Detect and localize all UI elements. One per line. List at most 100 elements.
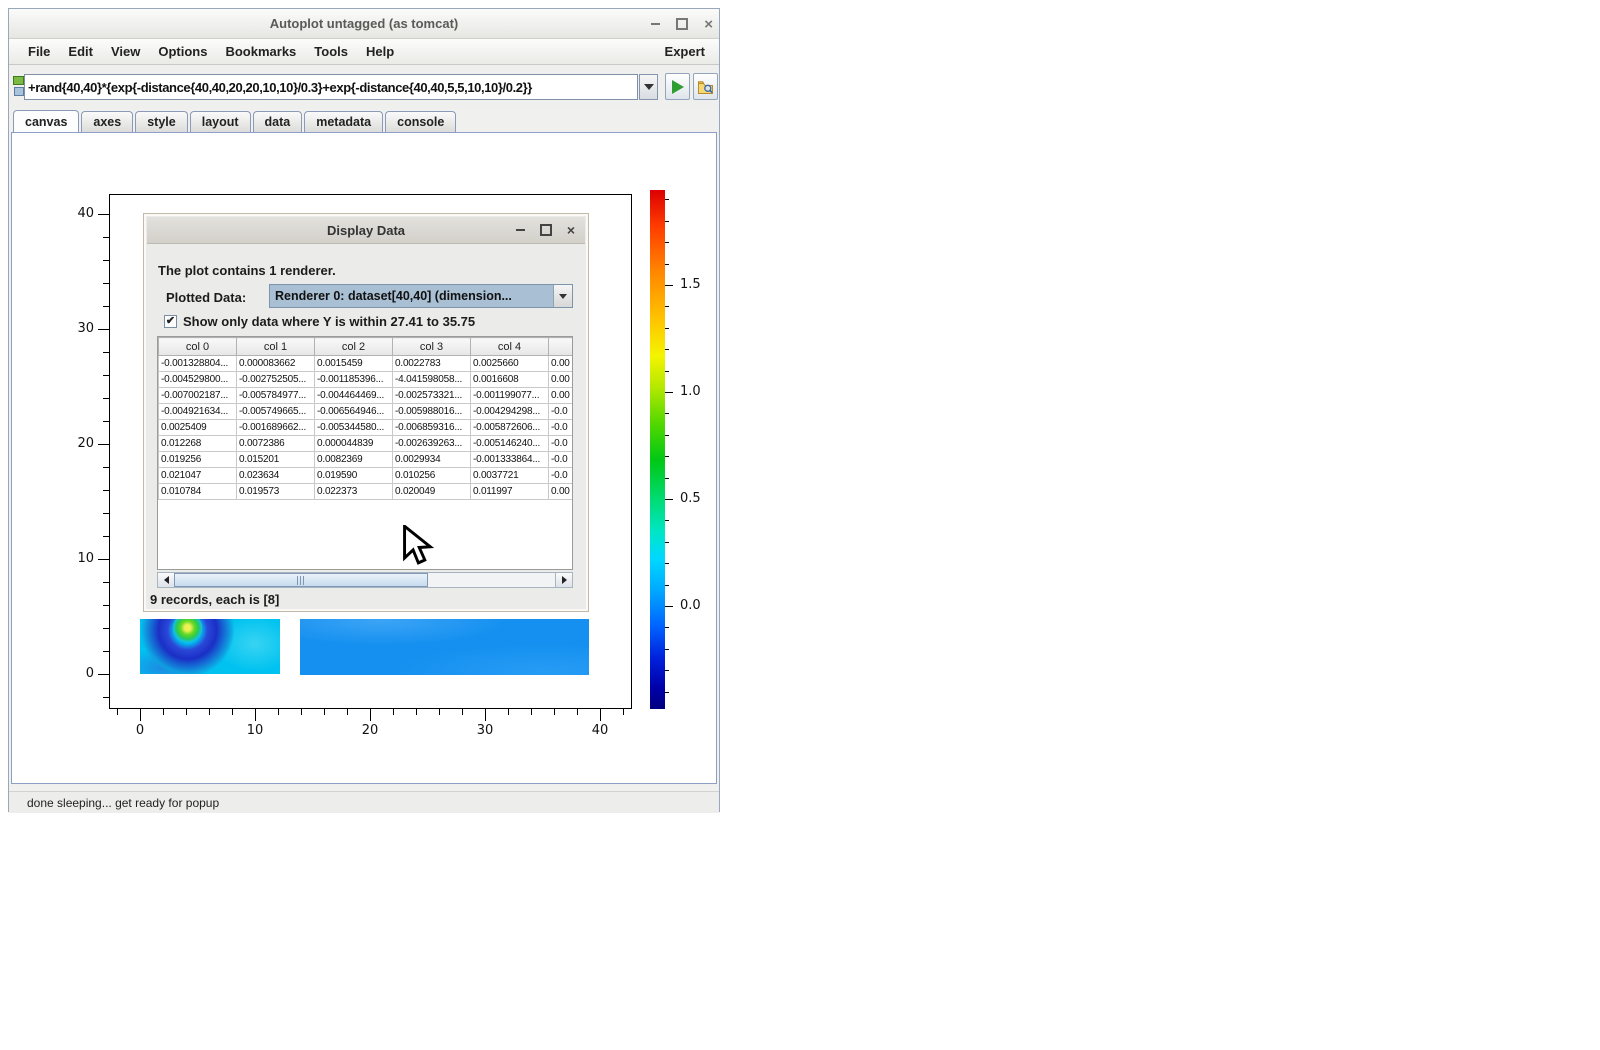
column-header[interactable]: col 2 xyxy=(315,338,393,356)
table-cell[interactable]: 0.019573 xyxy=(237,484,315,500)
menu-file[interactable]: File xyxy=(21,42,57,61)
table-cell[interactable]: 0.0016608 xyxy=(471,372,549,388)
table-cell[interactable]: -0.004529800... xyxy=(159,372,237,388)
table-cell[interactable]: -0.004464469... xyxy=(315,388,393,404)
table-cell[interactable]: -0.0 xyxy=(549,468,573,484)
table-cell[interactable]: -0.002752505... xyxy=(237,372,315,388)
column-header[interactable]: col 3 xyxy=(393,338,471,356)
table-cell[interactable]: 0.00 xyxy=(549,372,573,388)
table-cell[interactable]: -0.004921634... xyxy=(159,404,237,420)
table-cell[interactable]: -0.001328804... xyxy=(159,356,237,372)
dialog-minimize-icon[interactable] xyxy=(516,229,525,231)
tab-axes[interactable]: axes xyxy=(81,111,133,132)
menu-help[interactable]: Help xyxy=(359,42,401,61)
scroll-right-button[interactable] xyxy=(555,573,572,587)
column-header[interactable]: col 0 xyxy=(159,338,237,356)
go-button[interactable] xyxy=(665,73,690,100)
maximize-icon[interactable] xyxy=(676,18,688,30)
column-header[interactable]: col 4 xyxy=(471,338,549,356)
table-cell[interactable]: 0.0022783 xyxy=(393,356,471,372)
table-cell[interactable]: 0.021047 xyxy=(159,468,237,484)
h-scrollbar[interactable] xyxy=(157,572,573,588)
table-cell[interactable]: -0.0 xyxy=(549,452,573,468)
table-cell[interactable]: -0.0 xyxy=(549,404,573,420)
table-cell[interactable]: -0.006859316... xyxy=(393,420,471,436)
tab-layout[interactable]: layout xyxy=(190,111,251,132)
table-cell[interactable]: 0.000044839 xyxy=(315,436,393,452)
scroll-left-button[interactable] xyxy=(158,573,175,587)
menu-bookmarks[interactable]: Bookmarks xyxy=(218,42,303,61)
table-cell[interactable]: 0.00 xyxy=(549,484,573,500)
x-tick xyxy=(186,709,187,715)
table-cell[interactable]: 0.000083662 xyxy=(237,356,315,372)
data-table-viewport[interactable]: col 0col 1col 2col 3col 4 -0.001328804...… xyxy=(157,336,573,570)
table-cell[interactable]: -0.001199077... xyxy=(471,388,549,404)
tab-metadata[interactable]: metadata xyxy=(304,111,383,132)
canvas-panel[interactable]: 0102030400102030401.51.00.50.0 Display D… xyxy=(11,132,717,784)
table-cell[interactable]: 0.022373 xyxy=(315,484,393,500)
inspect-uri-button[interactable] xyxy=(693,73,718,100)
table-cell[interactable]: 0.0015459 xyxy=(315,356,393,372)
table-cell[interactable]: 0.0072386 xyxy=(237,436,315,452)
table-cell[interactable]: -0.005784977... xyxy=(237,388,315,404)
colorbar[interactable] xyxy=(650,190,665,709)
tab-console[interactable]: console xyxy=(385,111,456,132)
table-cell[interactable]: 0.015201 xyxy=(237,452,315,468)
table-cell[interactable]: -0.001185396... xyxy=(315,372,393,388)
table-cell[interactable]: 0.023634 xyxy=(237,468,315,484)
table-cell[interactable]: 0.00 xyxy=(549,356,573,372)
dialog-title-bar[interactable]: Display Data × xyxy=(147,217,585,244)
scrollbar-thumb[interactable] xyxy=(174,573,428,587)
table-cell[interactable]: 0.0029934 xyxy=(393,452,471,468)
table-cell[interactable]: -0.007002187... xyxy=(159,388,237,404)
uri-dropdown-button[interactable] xyxy=(639,74,658,100)
dialog-close-icon[interactable]: × xyxy=(567,223,575,238)
title-bar[interactable]: Autoplot untagged (as tomcat) × xyxy=(9,9,719,39)
table-cell[interactable]: 0.010256 xyxy=(393,468,471,484)
tab-style[interactable]: style xyxy=(135,111,188,132)
uri-input[interactable] xyxy=(24,74,638,100)
table-cell[interactable]: -0.005872606... xyxy=(471,420,549,436)
plotted-data-combobox[interactable]: Renderer 0: dataset[40,40] (dimension... xyxy=(269,284,573,308)
table-cell[interactable]: 0.010784 xyxy=(159,484,237,500)
table-cell[interactable]: 0.0037721 xyxy=(471,468,549,484)
tab-data[interactable]: data xyxy=(253,111,303,132)
table-cell[interactable]: -0.002639263... xyxy=(393,436,471,452)
table-cell[interactable]: -0.001333864... xyxy=(471,452,549,468)
expert-menu[interactable]: Expert xyxy=(665,44,707,59)
table-cell[interactable]: 0.019590 xyxy=(315,468,393,484)
uri-bar xyxy=(9,65,719,109)
table-cell[interactable]: -0.005988016... xyxy=(393,404,471,420)
menu-tools[interactable]: Tools xyxy=(307,42,355,61)
close-icon[interactable]: × xyxy=(704,17,713,32)
table-cell[interactable]: 0.0025409 xyxy=(159,420,237,436)
table-cell[interactable]: -0.0 xyxy=(549,420,573,436)
table-cell[interactable]: -0.006564946... xyxy=(315,404,393,420)
table-cell[interactable]: -0.004294298... xyxy=(471,404,549,420)
menu-view[interactable]: View xyxy=(104,42,147,61)
dialog-maximize-icon[interactable] xyxy=(540,224,552,236)
table-cell[interactable]: 0.020049 xyxy=(393,484,471,500)
table-cell[interactable]: -0.0 xyxy=(549,436,573,452)
table-cell[interactable]: -0.005344580... xyxy=(315,420,393,436)
table-cell[interactable]: 0.00 xyxy=(549,388,573,404)
table-cell[interactable]: 0.019256 xyxy=(159,452,237,468)
combo-arrow-button[interactable] xyxy=(553,285,572,307)
table-cell[interactable]: 0.0082369 xyxy=(315,452,393,468)
table-cell[interactable]: 0.012268 xyxy=(159,436,237,452)
tab-canvas[interactable]: canvas xyxy=(13,110,79,132)
table-cell[interactable]: -0.005749665... xyxy=(237,404,315,420)
table-cell[interactable]: 0.011997 xyxy=(471,484,549,500)
menu-edit[interactable]: Edit xyxy=(61,42,100,61)
table-cell[interactable]: -0.001689662... xyxy=(237,420,315,436)
column-header[interactable] xyxy=(549,338,573,356)
y-tick xyxy=(665,221,669,222)
minimize-icon[interactable] xyxy=(651,23,660,25)
column-header[interactable]: col 1 xyxy=(237,338,315,356)
table-cell[interactable]: -0.002573321... xyxy=(393,388,471,404)
table-cell[interactable]: 0.0025660 xyxy=(471,356,549,372)
filter-checkbox[interactable]: ✔ xyxy=(164,315,177,328)
table-cell[interactable]: -0.005146240... xyxy=(471,436,549,452)
menu-options[interactable]: Options xyxy=(151,42,214,61)
table-cell[interactable]: -4.041598058... xyxy=(393,372,471,388)
